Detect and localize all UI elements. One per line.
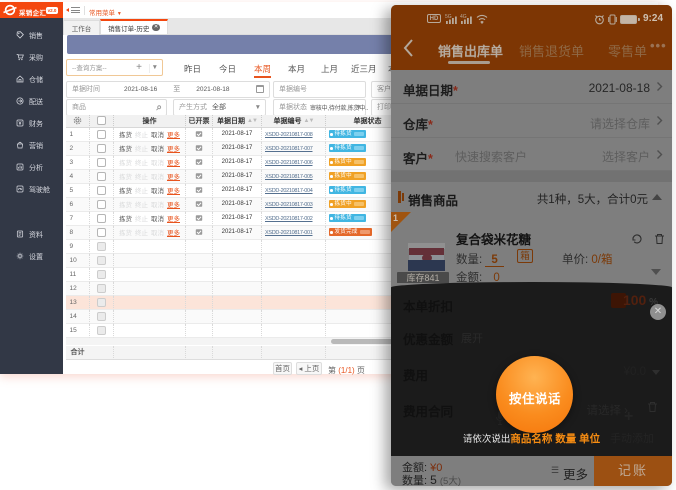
svg-text:5G: 5G xyxy=(445,14,452,20)
svg-text:4G: 4G xyxy=(460,14,467,20)
